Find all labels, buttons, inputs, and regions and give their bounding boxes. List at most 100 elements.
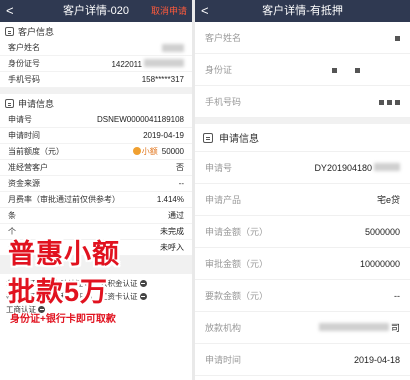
row-label: 放款机构 [205,323,242,333]
row-label: 审批金额（元） [205,259,269,269]
back-icon[interactable]: < [6,3,14,19]
row-label: 客户姓名 [8,43,40,52]
section-title: 客户信息 [18,26,55,37]
left-screen: < 客户详情-020 取消申请 客户信息 客户姓名 身份证号 1422011 手… [0,0,192,380]
row-label: 申请产品 [205,195,242,205]
row-label: 申请号 [205,163,233,173]
row-value: 司 [390,323,400,333]
coin-icon [132,147,141,155]
customer-name-row: 客户姓名 [0,40,192,56]
fund-source-row: 资金来源 -- [0,176,192,192]
row-value: 否 [176,163,184,172]
row-label: 个 [8,243,16,252]
cert-social-security[interactable]: 社保认证 [6,291,45,302]
approved-amount-row: 审批金额（元） 10000000 [195,248,410,280]
cert-line: 工商认证 [6,303,186,316]
minus-icon [139,293,147,300]
row-label: 准经营客户 [8,163,48,172]
document-icon [5,98,14,108]
apply-product-row: 申请产品 宅e贷 [195,184,410,216]
business-customer-row: 准经营客户 否 [0,160,192,176]
redacted-value [318,323,389,331]
row-value: 通过 [168,211,184,220]
row-label: 个 [8,227,16,236]
row-label: 条 [8,211,16,220]
row-value: 未完成 [160,227,184,236]
row-value: DSNEW0000041189108 [96,115,184,124]
left-nav-bar: < 客户详情-020 取消申请 [0,0,192,22]
user-card-icon [5,26,14,36]
right-nav-bar: < 客户详情-有抵押 [195,0,410,22]
id-card-row: 身份证 [195,54,410,86]
row-label: 当前额度（元） [8,147,64,156]
row-value: 2019-04-18 [353,354,400,365]
row-label: 身份证号 [8,59,40,68]
minus-icon [139,280,147,287]
row-value: 宅e贷 [376,195,400,205]
row-label: 申请号 [8,115,32,124]
row-value: -- [394,290,400,301]
row-value: 1.414% [156,195,184,204]
row-value: 158*****317 [141,75,184,84]
redacted-value [144,58,184,67]
cert-vehicle[interactable]: 车辆认证 [6,278,45,289]
redacted-value [376,97,400,107]
apply-info-header: 申请信息 [0,94,192,112]
cert-line: 社保认证 个税认证 工资卡认证 [6,290,186,303]
row-value: 未呼入 [160,243,184,252]
cert-income-tax[interactable]: 个税认证 [53,291,92,302]
minus-icon [38,293,45,300]
page-title: 客户详情-有抵押 [262,5,343,17]
divider [0,256,192,274]
minus-icon [85,280,92,287]
row-label: 月费率（审批通过前仅供参考） [8,195,120,204]
certification-list: 车辆认证 寿险认证 公积金认证 社保认证 个税认证 工资卡认证 工商认证 [0,274,192,319]
row-label: 客户姓名 [205,33,242,43]
cancel-application-button[interactable]: 取消申请 [151,0,187,22]
redacted-value [329,65,360,75]
id-number-row: 身份证号 1422011 [0,56,192,72]
customer-info-header: 客户信息 [0,22,192,40]
minus-icon [38,306,45,313]
apply-time-row: 申请时间 2019-04-19 [0,128,192,144]
apply-info-header: 申请信息 [195,124,410,152]
minus-icon [38,280,45,287]
cert-business[interactable]: 工商认证 [6,304,45,315]
small-loan-badge: 小额 [132,147,158,156]
apply-time-row: 申请时间 2019-04-18 [195,344,410,376]
row-value: -- [178,179,184,188]
redacted-value [392,33,400,43]
row-value: 10000000 [359,258,400,269]
monthly-rate-row: 月费率（审批通过前仅供参考） 1.414% [0,192,192,208]
cert-housing-fund[interactable]: 公积金认证 [100,278,147,289]
cert-salary-card[interactable]: 工资卡认证 [100,291,147,302]
lender-row: 放款机构 司 [195,312,410,344]
section-title: 申请信息 [219,134,259,145]
requested-amount-row: 要款金额（元） -- [195,280,410,312]
status-row: 个 未完成 [0,224,192,240]
row-label: 资金来源 [8,179,40,188]
row-value: 50000 [161,147,184,156]
phone-row: 手机号码 158*****317 [0,72,192,88]
row-value: 2019-04-19 [143,131,184,140]
current-limit-row: 当前额度（元） 小额 50000 [0,144,192,160]
back-icon[interactable]: < [201,3,209,19]
call-row: 个 未呼入 [0,240,192,256]
cert-line: 车辆认证 寿险认证 公积金认证 [6,277,186,290]
apply-number-row: 申请号 DSNEW0000041189108 [0,112,192,128]
phone-row: 手机号码 [195,86,410,118]
section-title: 申请信息 [18,98,55,109]
row-value: 5000000 [364,226,400,237]
cert-life-insurance[interactable]: 寿险认证 [53,278,92,289]
row-label: 要款金额（元） [205,291,269,301]
row-label: 申请时间 [8,131,40,140]
apply-number-row: 申请号 DY201904180 [195,152,410,184]
row-label: 身份证 [205,65,233,75]
condition-row: 条 通过 [0,208,192,224]
row-label: 手机号码 [8,75,40,84]
minus-icon [85,293,92,300]
row-label: 申请金额（元） [205,227,269,237]
document-icon [203,132,213,143]
apply-amount-row: 申请金额（元） 5000000 [195,216,410,248]
row-value: 1422011 [111,59,142,69]
